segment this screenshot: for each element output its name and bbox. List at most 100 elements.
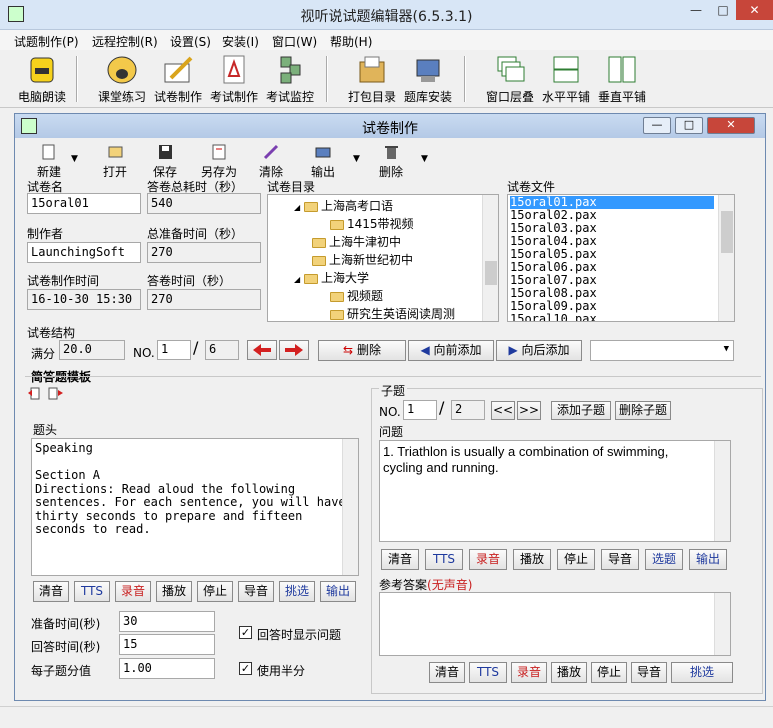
question-type-select[interactable]: ▼	[590, 340, 734, 361]
add-sub-button[interactable]: 添加子题	[551, 401, 611, 420]
tree-item[interactable]: 上海新世纪初中	[312, 251, 413, 268]
ans-clear-button[interactable]: 清音	[429, 662, 465, 683]
tpl-clear-button[interactable]: 清音	[33, 581, 69, 602]
bank-install-button[interactable]: 题库安装	[400, 54, 456, 105]
tree-item[interactable]: 上海牛津初中	[312, 233, 401, 250]
sub-prev-button[interactable]: <<	[491, 401, 515, 420]
tree-item[interactable]: ◢ 上海大学	[294, 269, 369, 286]
inner-minimize-button[interactable]: —	[643, 117, 671, 134]
new-file-icon	[42, 144, 55, 160]
export-button[interactable]: 输出	[303, 144, 343, 180]
sub-select-button[interactable]: 选题	[645, 549, 683, 570]
maximize-button[interactable]: □	[710, 0, 736, 20]
tpl-pick-button[interactable]: 挑选	[279, 581, 315, 602]
window-titlebar: 视听说试题编辑器(6.5.3.1) — □ ✕	[0, 0, 773, 30]
ans-tts-button[interactable]: TTS	[469, 662, 507, 683]
tile-vertical-button[interactable]: 垂直平铺	[594, 54, 650, 105]
tpl-stop-button[interactable]: 停止	[197, 581, 233, 602]
paper-make-button[interactable]: 试卷制作	[150, 54, 206, 105]
menu-install[interactable]: 安装(I)	[222, 33, 259, 50]
header-scrollbar[interactable]	[342, 439, 358, 575]
catalog-scrollbar[interactable]	[482, 195, 498, 321]
file-scrollbar[interactable]	[718, 195, 734, 321]
add-before-button[interactable]: ◀ 向前添加	[408, 340, 494, 361]
paper-name-input[interactable]: 15oral01	[27, 193, 141, 214]
sub-record-button[interactable]: 录音	[469, 549, 507, 570]
add-after-button[interactable]: ▶ 向后添加	[496, 340, 582, 361]
file-list[interactable]: 15oral01.pax 15oral02.pax 15oral03.pax 15or…	[507, 194, 735, 322]
file-scroll-thumb[interactable]	[721, 211, 733, 253]
show-question-checkbox[interactable]: ✓	[239, 626, 252, 639]
next-question-button[interactable]	[279, 340, 309, 360]
tpl-record-button[interactable]: 录音	[115, 581, 151, 602]
header-textarea[interactable]: Speaking Section A Directions: Read alou…	[31, 438, 359, 576]
question-scrollbar[interactable]	[714, 441, 730, 541]
exam-monitor-button[interactable]: 考试监控	[262, 54, 318, 105]
tree-item[interactable]: ◢ 上海高考口语	[294, 197, 393, 214]
structure-current-input[interactable]: 1	[157, 340, 191, 360]
sub-tts-button[interactable]: TTS	[425, 549, 463, 570]
classroom-button[interactable]: 课堂练习	[94, 54, 150, 105]
answer-time-input[interactable]: 15	[119, 634, 215, 655]
minimize-button[interactable]: —	[683, 0, 709, 20]
sub-current-input[interactable]: 1	[403, 400, 437, 420]
saveas-button[interactable]: 另存为	[195, 144, 243, 180]
inner-close-button[interactable]: ✕	[707, 117, 755, 134]
open-button[interactable]: 打开	[95, 144, 135, 180]
close-button[interactable]: ✕	[736, 0, 773, 20]
tree-item[interactable]: 1415带视频	[330, 215, 414, 232]
delete-dropdown-arrow[interactable]: ▼	[421, 154, 428, 164]
catalog-scroll-thumb[interactable]	[485, 261, 497, 285]
classroom-icon	[105, 54, 139, 86]
ans-import-button[interactable]: 导音	[631, 662, 667, 683]
question-textarea[interactable]: 1. Triathlon is usually a combination of…	[379, 440, 731, 542]
tpl-play-button[interactable]: 播放	[156, 581, 192, 602]
menu-settings[interactable]: 设置(S)	[170, 33, 211, 50]
cascade-button[interactable]: 窗口层叠	[482, 54, 538, 105]
catalog-tree[interactable]: ◢ 上海高考口语 1415带视频 上海牛津初中 上海新世纪初中 ◢ 上海大学 视…	[267, 194, 499, 322]
tree-item[interactable]: 研究生英语阅读周测	[330, 305, 455, 321]
structure-delete-button[interactable]: ⇆ 删除	[318, 340, 406, 361]
new-button[interactable]: 新建	[29, 144, 69, 180]
tpl-tts-button[interactable]: TTS	[74, 581, 110, 602]
ans-record-button[interactable]: 录音	[511, 662, 547, 683]
menu-paper[interactable]: 试题制作(P)	[14, 33, 79, 50]
tpl-export-button[interactable]: 输出	[320, 581, 356, 602]
template-icons[interactable]	[27, 386, 67, 405]
score-input[interactable]: 1.00	[119, 658, 215, 679]
export-dropdown-arrow[interactable]: ▼	[353, 154, 360, 164]
sub-export-button[interactable]: 输出	[689, 549, 727, 570]
cascade-label: 窗口层叠	[485, 90, 534, 104]
tile-horizontal-button[interactable]: 水平平铺	[538, 54, 594, 105]
author-input[interactable]: LaunchingSoft	[27, 242, 141, 263]
tree-item[interactable]: 视频题	[330, 287, 383, 304]
exam-make-button[interactable]: 考试制作	[206, 54, 262, 105]
answer-textarea[interactable]	[379, 592, 731, 656]
menu-remote[interactable]: 远程控制(R)	[92, 33, 158, 50]
sub-clear-button[interactable]: 清音	[381, 549, 419, 570]
prep-time-input[interactable]: 30	[119, 611, 215, 632]
ans-pick-button[interactable]: 挑选	[671, 662, 733, 683]
delete-button[interactable]: 删除	[371, 144, 411, 180]
sub-title: 子题	[379, 382, 408, 399]
clear-button[interactable]: 清除	[251, 144, 291, 180]
delete-sub-button[interactable]: 删除子题	[615, 401, 671, 420]
new-dropdown-arrow[interactable]: ▼	[71, 154, 78, 164]
answer-scrollbar[interactable]	[714, 593, 730, 655]
tpl-import-button[interactable]: 导音	[238, 581, 274, 602]
menu-help[interactable]: 帮助(H)	[330, 33, 372, 50]
sub-import-button[interactable]: 导音	[601, 549, 639, 570]
half-score-checkbox[interactable]: ✓	[239, 662, 252, 675]
prev-question-button[interactable]	[247, 340, 277, 360]
tts-read-button[interactable]: 电脑朗读	[14, 54, 70, 105]
save-button[interactable]: 保存	[145, 144, 185, 180]
inner-maximize-button[interactable]: □	[675, 117, 703, 134]
menu-window[interactable]: 窗口(W)	[272, 33, 317, 50]
sub-play-button[interactable]: 播放	[513, 549, 551, 570]
sub-stop-button[interactable]: 停止	[557, 549, 595, 570]
sub-next-button[interactable]: >>	[517, 401, 541, 420]
file-item[interactable]: 15oral10.pax	[510, 313, 714, 322]
ans-stop-button[interactable]: 停止	[591, 662, 627, 683]
ans-play-button[interactable]: 播放	[551, 662, 587, 683]
pack-dir-button[interactable]: 打包目录	[344, 54, 400, 105]
